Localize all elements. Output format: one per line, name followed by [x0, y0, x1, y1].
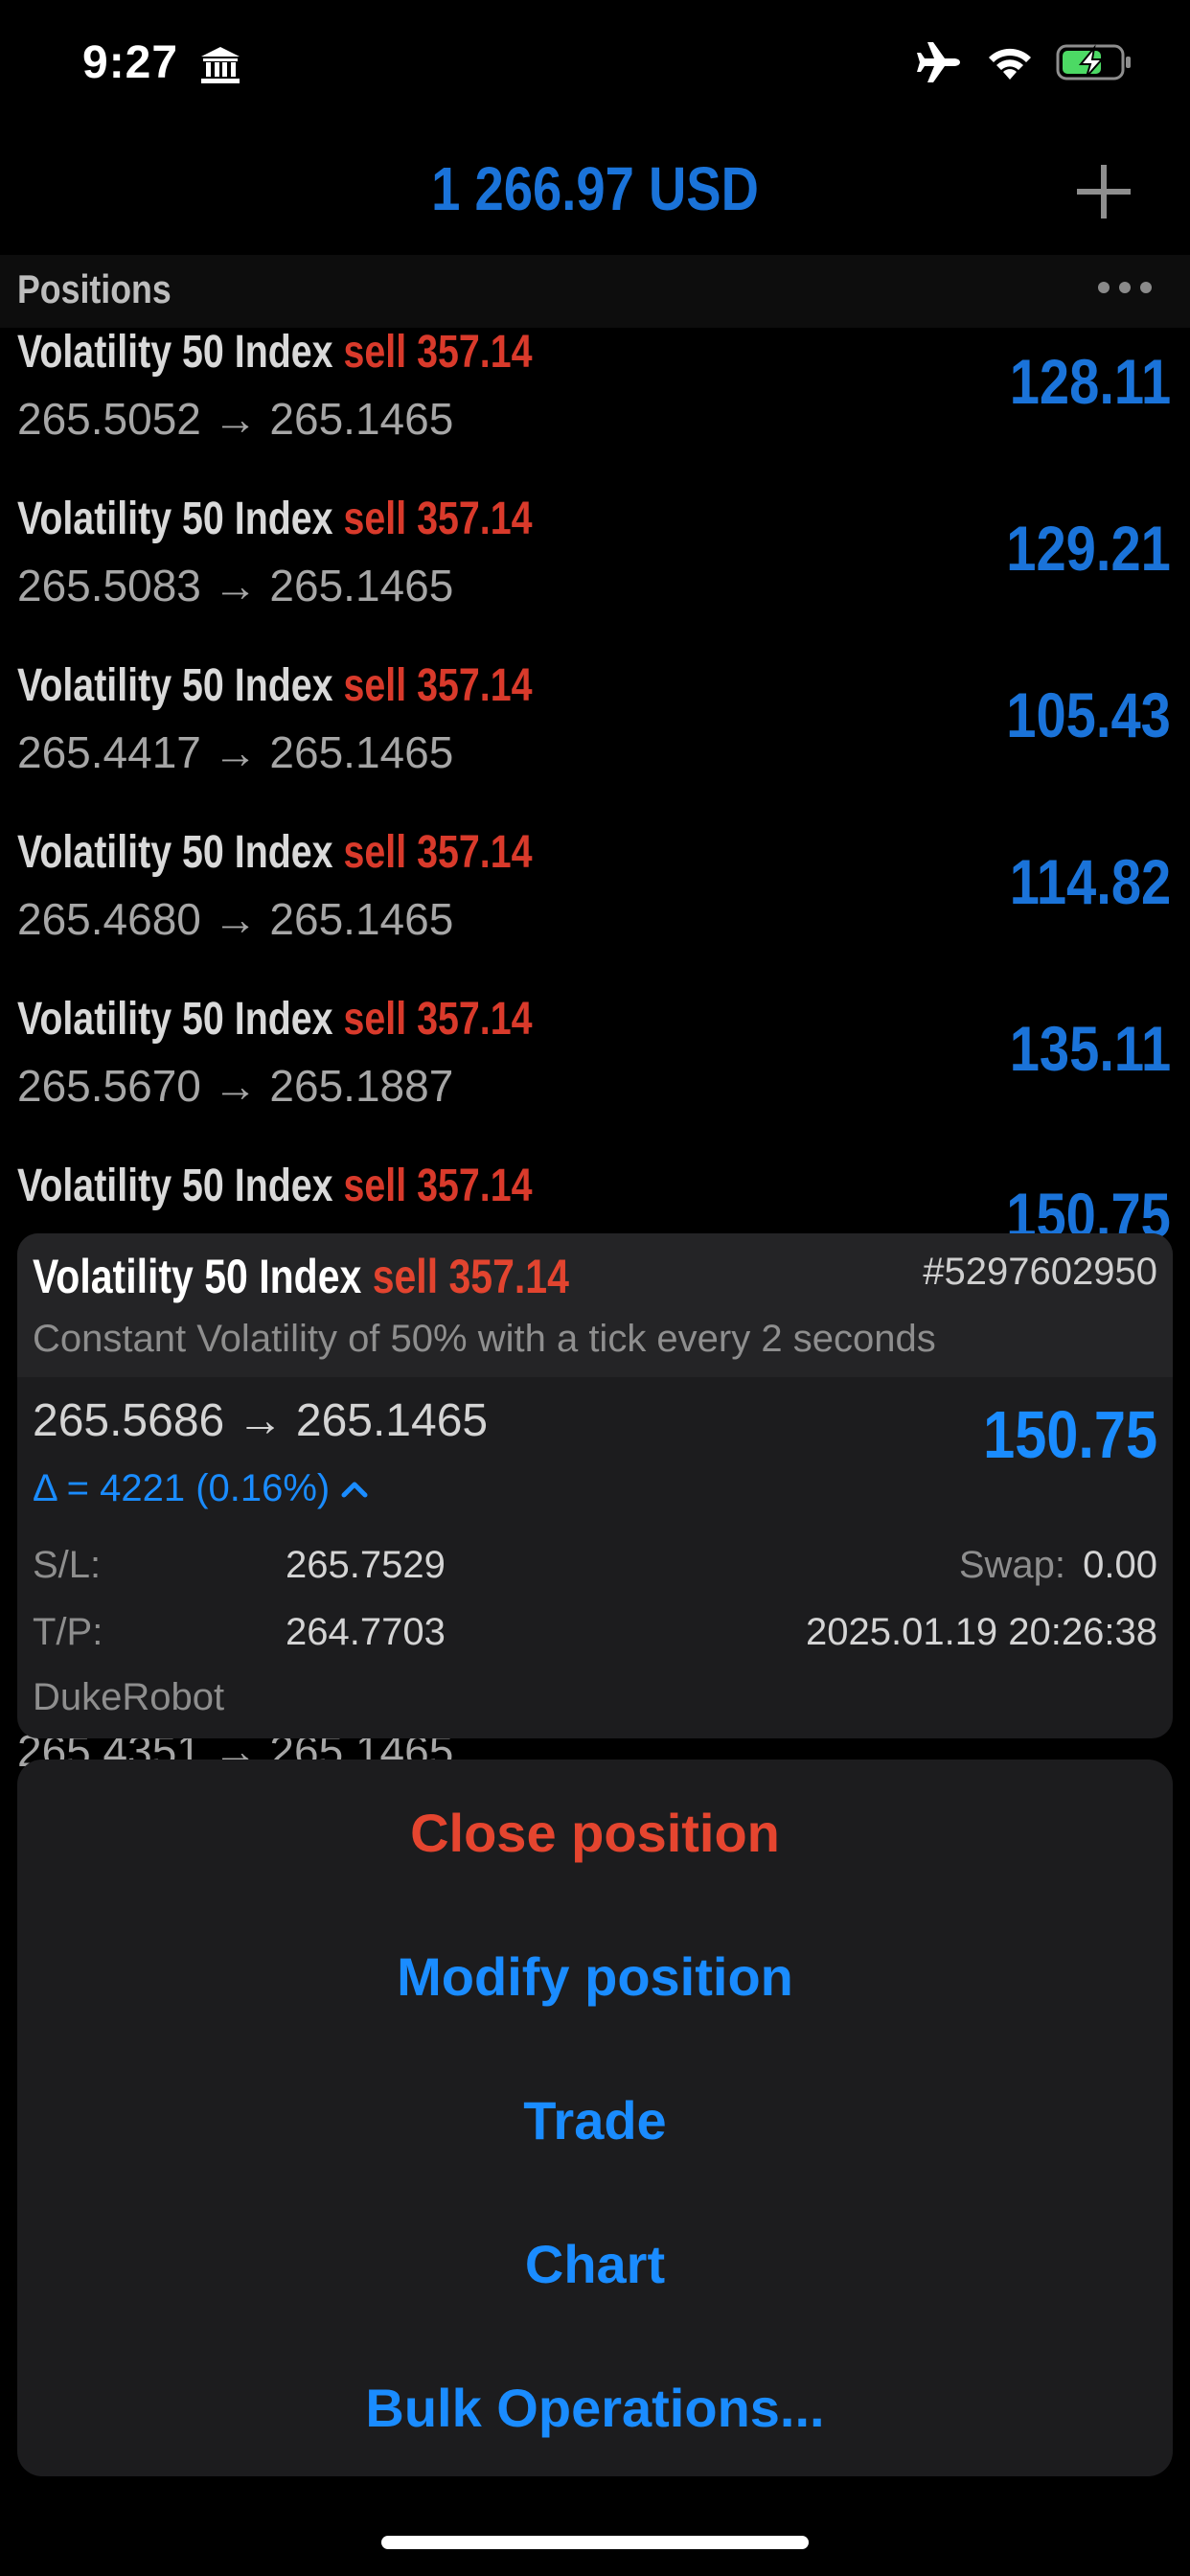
position-row[interactable]: Volatility 50 Index sell 357.14 265.5052… [0, 326, 1190, 493]
sl-label: S/L: [33, 1544, 102, 1586]
position-title: Volatility 50 Index sell 357.14 [17, 826, 532, 879]
position-title: Volatility 50 Index sell 357.14 [17, 1160, 532, 1212]
position-prices: 265.4680 → 265.1465 [17, 894, 454, 944]
detail-prices: 265.5686 → 265.1465 [33, 1395, 489, 1446]
chart-button[interactable]: Chart [17, 2233, 1173, 2295]
bulk-operations-button[interactable]: Bulk Operations... [17, 2377, 1173, 2439]
positions-section-header: Positions [0, 255, 1190, 328]
swap-value: 0.00 [1083, 1544, 1157, 1586]
position-title: Volatility 50 Index sell 357.14 [17, 993, 532, 1046]
detail-ticket: #5297602950 [923, 1251, 1157, 1293]
position-profit: 129.21 [1006, 513, 1171, 584]
tp-value: 264.7703 [286, 1611, 446, 1653]
position-prices: 265.5670 → 265.1887 [17, 1061, 454, 1111]
position-symbol: Volatility 50 Index [17, 660, 333, 711]
more-dots-icon[interactable] [1098, 282, 1152, 293]
swap-label: Swap: [958, 1544, 1065, 1586]
position-symbol: Volatility 50 Index [17, 494, 333, 544]
airplane-icon [917, 42, 960, 82]
account-balance[interactable]: 1 266.97 USD [89, 153, 1101, 224]
position-prices: 265.4417 → 265.1465 [17, 727, 454, 777]
detail-profit: 150.75 [983, 1397, 1157, 1472]
action-sheet: Close position Modify position Trade Cha… [17, 1760, 1173, 2476]
positions-list: Volatility 50 Index sell 357.14 265.5052… [0, 326, 1190, 1326]
position-profit: 135.11 [1009, 1013, 1171, 1084]
close-position-button[interactable]: Close position [17, 1802, 1173, 1864]
position-symbol: Volatility 50 Index [17, 327, 333, 378]
detail-description: Constant Volatility of 50% with a tick e… [33, 1318, 936, 1360]
position-title: Volatility 50 Index sell 357.14 [17, 659, 532, 712]
position-profit: 128.11 [1009, 346, 1171, 417]
detail-header: Volatility 50 Index sell 357.14 #5297602… [17, 1233, 1173, 1377]
detail-title: Volatility 50 Index sell 357.14 [33, 1249, 569, 1304]
position-detail-card: Volatility 50 Index sell 357.14 #5297602… [17, 1233, 1173, 1738]
position-side: sell 357.14 [343, 660, 533, 711]
status-icons [916, 40, 1133, 84]
bank-icon [201, 47, 240, 83]
position-side: sell 357.14 [343, 994, 533, 1045]
trade-button[interactable]: Trade [17, 2089, 1173, 2151]
status-time: 9:27 [82, 37, 179, 88]
battery-charging-icon [1056, 44, 1131, 80]
tp-label: T/P: [33, 1611, 103, 1653]
chevron-up-icon [341, 1482, 368, 1497]
position-row[interactable]: Volatility 50 Index sell 357.14 265.4417… [0, 659, 1190, 826]
position-side: sell 357.14 [343, 327, 533, 378]
account-header: 1 266.97 USD [0, 134, 1190, 249]
detail-delta: Δ = 4221 (0.16%) [33, 1467, 368, 1510]
plus-icon[interactable] [1075, 163, 1133, 220]
position-row[interactable]: Volatility 50 Index sell 357.14 265.5083… [0, 493, 1190, 659]
position-symbol: Volatility 50 Index [17, 827, 333, 878]
position-side: sell 357.14 [343, 1161, 533, 1211]
sl-value: 265.7529 [286, 1544, 446, 1586]
position-symbol: Volatility 50 Index [17, 1161, 333, 1211]
status-bar: 9:27 [0, 0, 1190, 134]
section-title: Positions [17, 266, 172, 311]
position-row[interactable]: Volatility 50 Index sell 357.14 265.4680… [0, 826, 1190, 993]
position-symbol: Volatility 50 Index [17, 994, 333, 1045]
modify-position-button[interactable]: Modify position [17, 1945, 1173, 2008]
detail-symbol: Volatility 50 Index [33, 1250, 362, 1303]
position-prices: 265.5083 → 265.1465 [17, 561, 454, 610]
position-profit: 114.82 [1009, 846, 1171, 917]
position-side: sell 357.14 [343, 494, 533, 544]
position-side: sell 357.14 [343, 827, 533, 878]
position-prices: 265.5052 → 265.1465 [17, 394, 454, 444]
wifi-icon [989, 48, 1031, 80]
position-row[interactable]: Volatility 50 Index sell 357.14 265.5670… [0, 993, 1190, 1160]
expert-name: DukeRobot [33, 1676, 225, 1718]
home-indicator[interactable] [381, 2536, 809, 2549]
detail-side: sell 357.14 [372, 1250, 569, 1303]
position-profit: 105.43 [1006, 679, 1171, 750]
open-time: 2025.01.19 20:26:38 [805, 1611, 1157, 1653]
delta-text: Δ = 4221 (0.16%) [33, 1467, 331, 1509]
position-title: Volatility 50 Index sell 357.14 [17, 493, 532, 545]
position-title: Volatility 50 Index sell 357.14 [17, 326, 532, 379]
